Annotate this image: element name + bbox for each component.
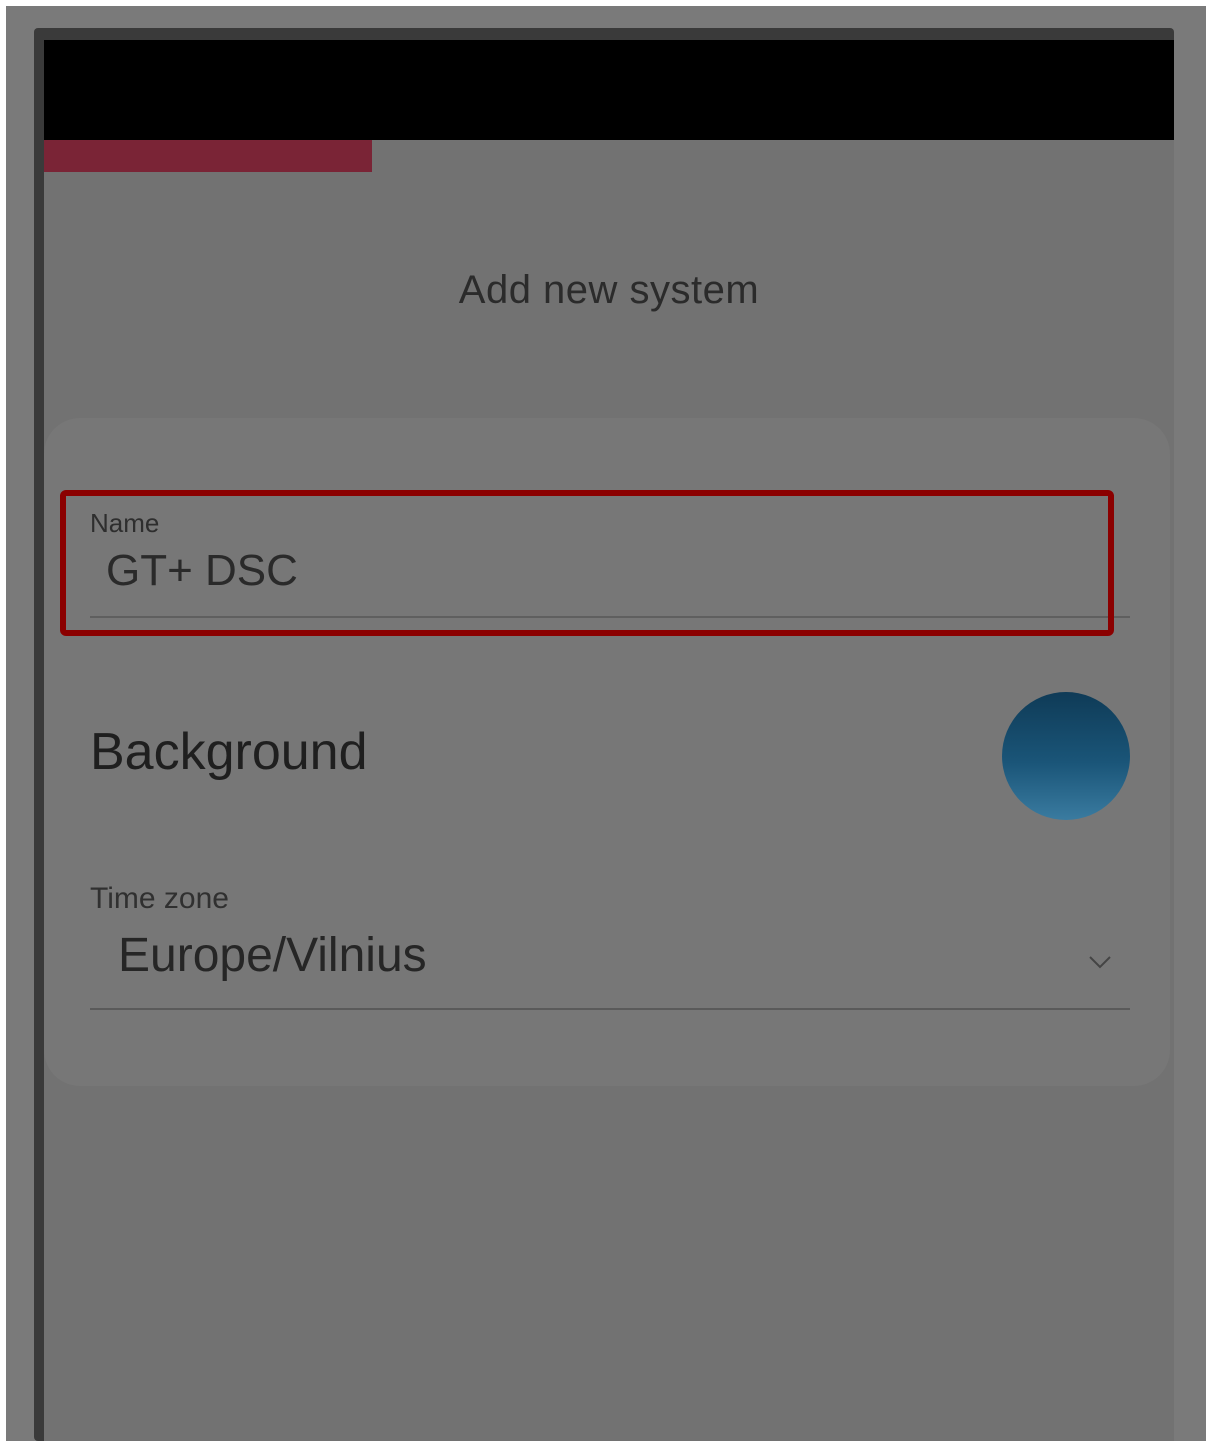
time-zone-select[interactable]: Time zone Europe/Vilnius	[90, 878, 1130, 1010]
wizard-progress-fill	[44, 140, 372, 172]
background-label: Background	[90, 723, 368, 781]
app-screen: Add new system Name Background Time zone…	[44, 40, 1174, 1441]
page-title: Add new system	[458, 268, 760, 312]
time-zone-underline	[90, 1008, 1130, 1010]
background-row[interactable]: Background	[90, 692, 1130, 822]
name-field-highlight	[60, 490, 1114, 636]
time-zone-value: Europe/Vilnius	[118, 929, 427, 982]
wizard-progress-bar	[44, 140, 1174, 172]
background-color-swatch[interactable]	[1002, 692, 1130, 820]
status-bar	[44, 40, 1174, 140]
dimmed-overlay: Add new system Name Background Time zone…	[6, 6, 1206, 1441]
device-frame: Add new system Name Background Time zone…	[34, 28, 1174, 1441]
chevron-down-icon[interactable]	[1086, 948, 1114, 976]
time-zone-label: Time zone	[90, 882, 229, 915]
